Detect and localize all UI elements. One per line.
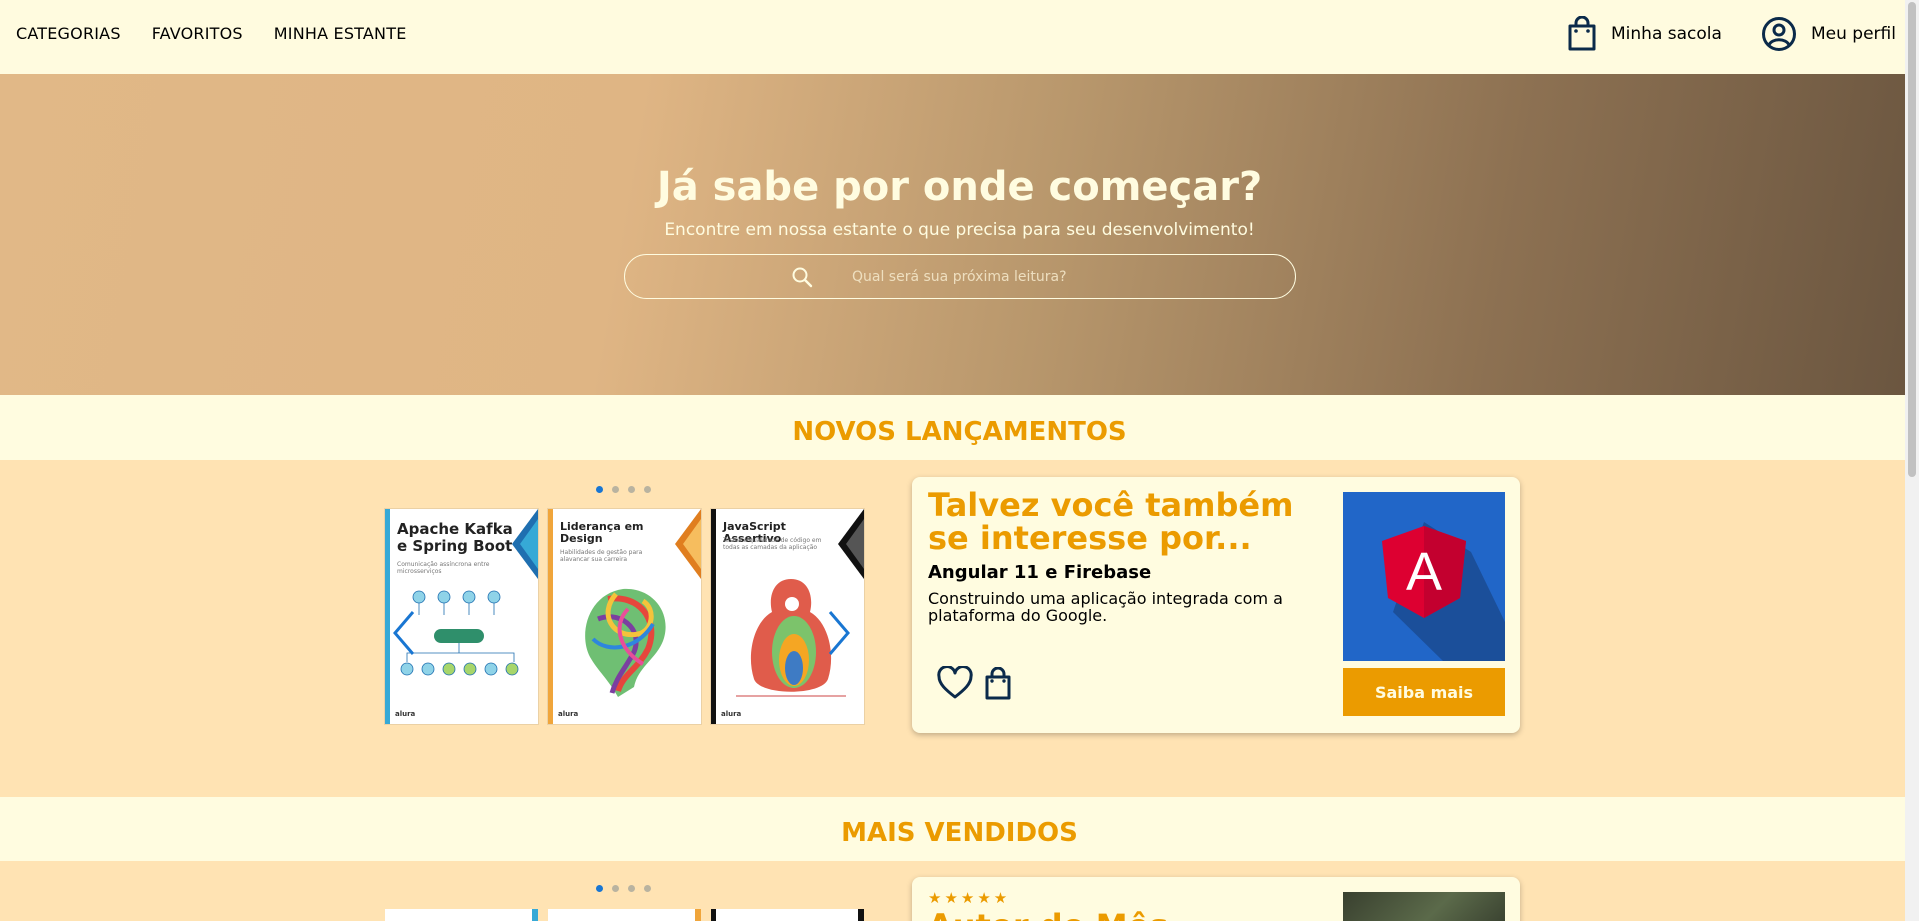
author-of-month-heading: Autor do Mês: [928, 907, 1168, 921]
author-of-month-card: ★★★★★ Autor do Mês: [912, 877, 1520, 921]
book-subtitle: Comunicação assíncrona entre microsservi…: [397, 561, 490, 575]
book-title: Liderança em Design: [560, 520, 644, 546]
book-cover-lideranca-em-design[interactable]: Liderança em Design Habilidades de gestã…: [548, 509, 701, 724]
carousel-dots: [596, 885, 651, 892]
book-title: Apache Kafka e Spring Boot: [397, 520, 513, 555]
nav-favoritos[interactable]: FAVORITOS: [152, 24, 243, 43]
chevron-right-icon[interactable]: [824, 608, 854, 658]
profile-icon: [1762, 17, 1796, 51]
angular-logo-letter: A: [1406, 542, 1442, 602]
nav-categorias[interactable]: CATEGORIAS: [16, 24, 121, 43]
heart-icon[interactable]: [936, 666, 974, 700]
profile-link[interactable]: Meu perfil: [1761, 16, 1896, 52]
suggestion-book-cover: A: [1343, 492, 1505, 661]
bag-icon: [1568, 16, 1596, 51]
author-photo: [1343, 892, 1505, 921]
search-box[interactable]: [624, 254, 1296, 299]
carousel-dot[interactable]: [596, 486, 603, 493]
profile-label: Meu perfil: [1811, 24, 1896, 44]
book-subtitle: Testes e qualidade de código em todas as…: [723, 537, 822, 551]
search-icon: [792, 267, 813, 288]
scrollbar-thumb[interactable]: [1908, 2, 1916, 477]
book-publisher: alura: [395, 710, 416, 718]
main-nav: CATEGORIAS FAVORITOS MINHA ESTANTE: [16, 24, 407, 43]
page-scrollbar[interactable]: [1905, 0, 1919, 921]
hero-banner: Já sabe por onde começar? Encontre em no…: [0, 74, 1905, 395]
book-cover-partial[interactable]: [711, 909, 864, 921]
top-header: CATEGORIAS FAVORITOS MINHA ESTANTE Minha…: [0, 0, 1905, 74]
carousel-dot[interactable]: [628, 486, 635, 493]
carousel-dot[interactable]: [628, 885, 635, 892]
rating-stars: ★★★★★: [928, 889, 1011, 907]
book-publisher: alura: [558, 710, 579, 718]
book-subtitle: Habilidades de gestão para alavancar sua…: [560, 549, 643, 563]
carousel-dot[interactable]: [644, 885, 651, 892]
book-publisher: alura: [721, 710, 742, 718]
search-input[interactable]: [852, 263, 1272, 291]
suggestion-book-description: Construindo uma aplicação integrada com …: [928, 589, 1283, 625]
bag-label: Minha sacola: [1611, 24, 1722, 44]
bag-link[interactable]: Minha sacola: [1567, 16, 1722, 52]
nav-minha-estante[interactable]: MINHA ESTANTE: [274, 24, 407, 43]
suggestion-card: Talvez você também se interesse por... A…: [912, 477, 1520, 733]
bag-icon[interactable]: [984, 667, 1012, 701]
book-cover-partial[interactable]: [548, 909, 701, 921]
carousel-dot[interactable]: [596, 885, 603, 892]
saiba-mais-button[interactable]: Saiba mais: [1343, 668, 1505, 716]
section-title-new-releases: NOVOS LANÇAMENTOS: [792, 417, 1127, 447]
chevron-left-icon[interactable]: [389, 608, 419, 658]
carousel-dot[interactable]: [644, 486, 651, 493]
suggestion-book-title: Angular 11 e Firebase: [928, 562, 1152, 583]
book-cover-partial[interactable]: [385, 909, 538, 921]
carousel-dots: [596, 486, 651, 493]
hero-subtitle: Encontre em nossa estante o que precisa …: [664, 220, 1255, 240]
carousel-dot[interactable]: [612, 885, 619, 892]
section-title-best-sellers: MAIS VENDIDOS: [841, 818, 1078, 848]
suggestion-heading: Talvez você também se interesse por...: [928, 486, 1294, 557]
carousel-dot[interactable]: [612, 486, 619, 493]
hero-title: Já sabe por onde começar?: [656, 164, 1263, 210]
